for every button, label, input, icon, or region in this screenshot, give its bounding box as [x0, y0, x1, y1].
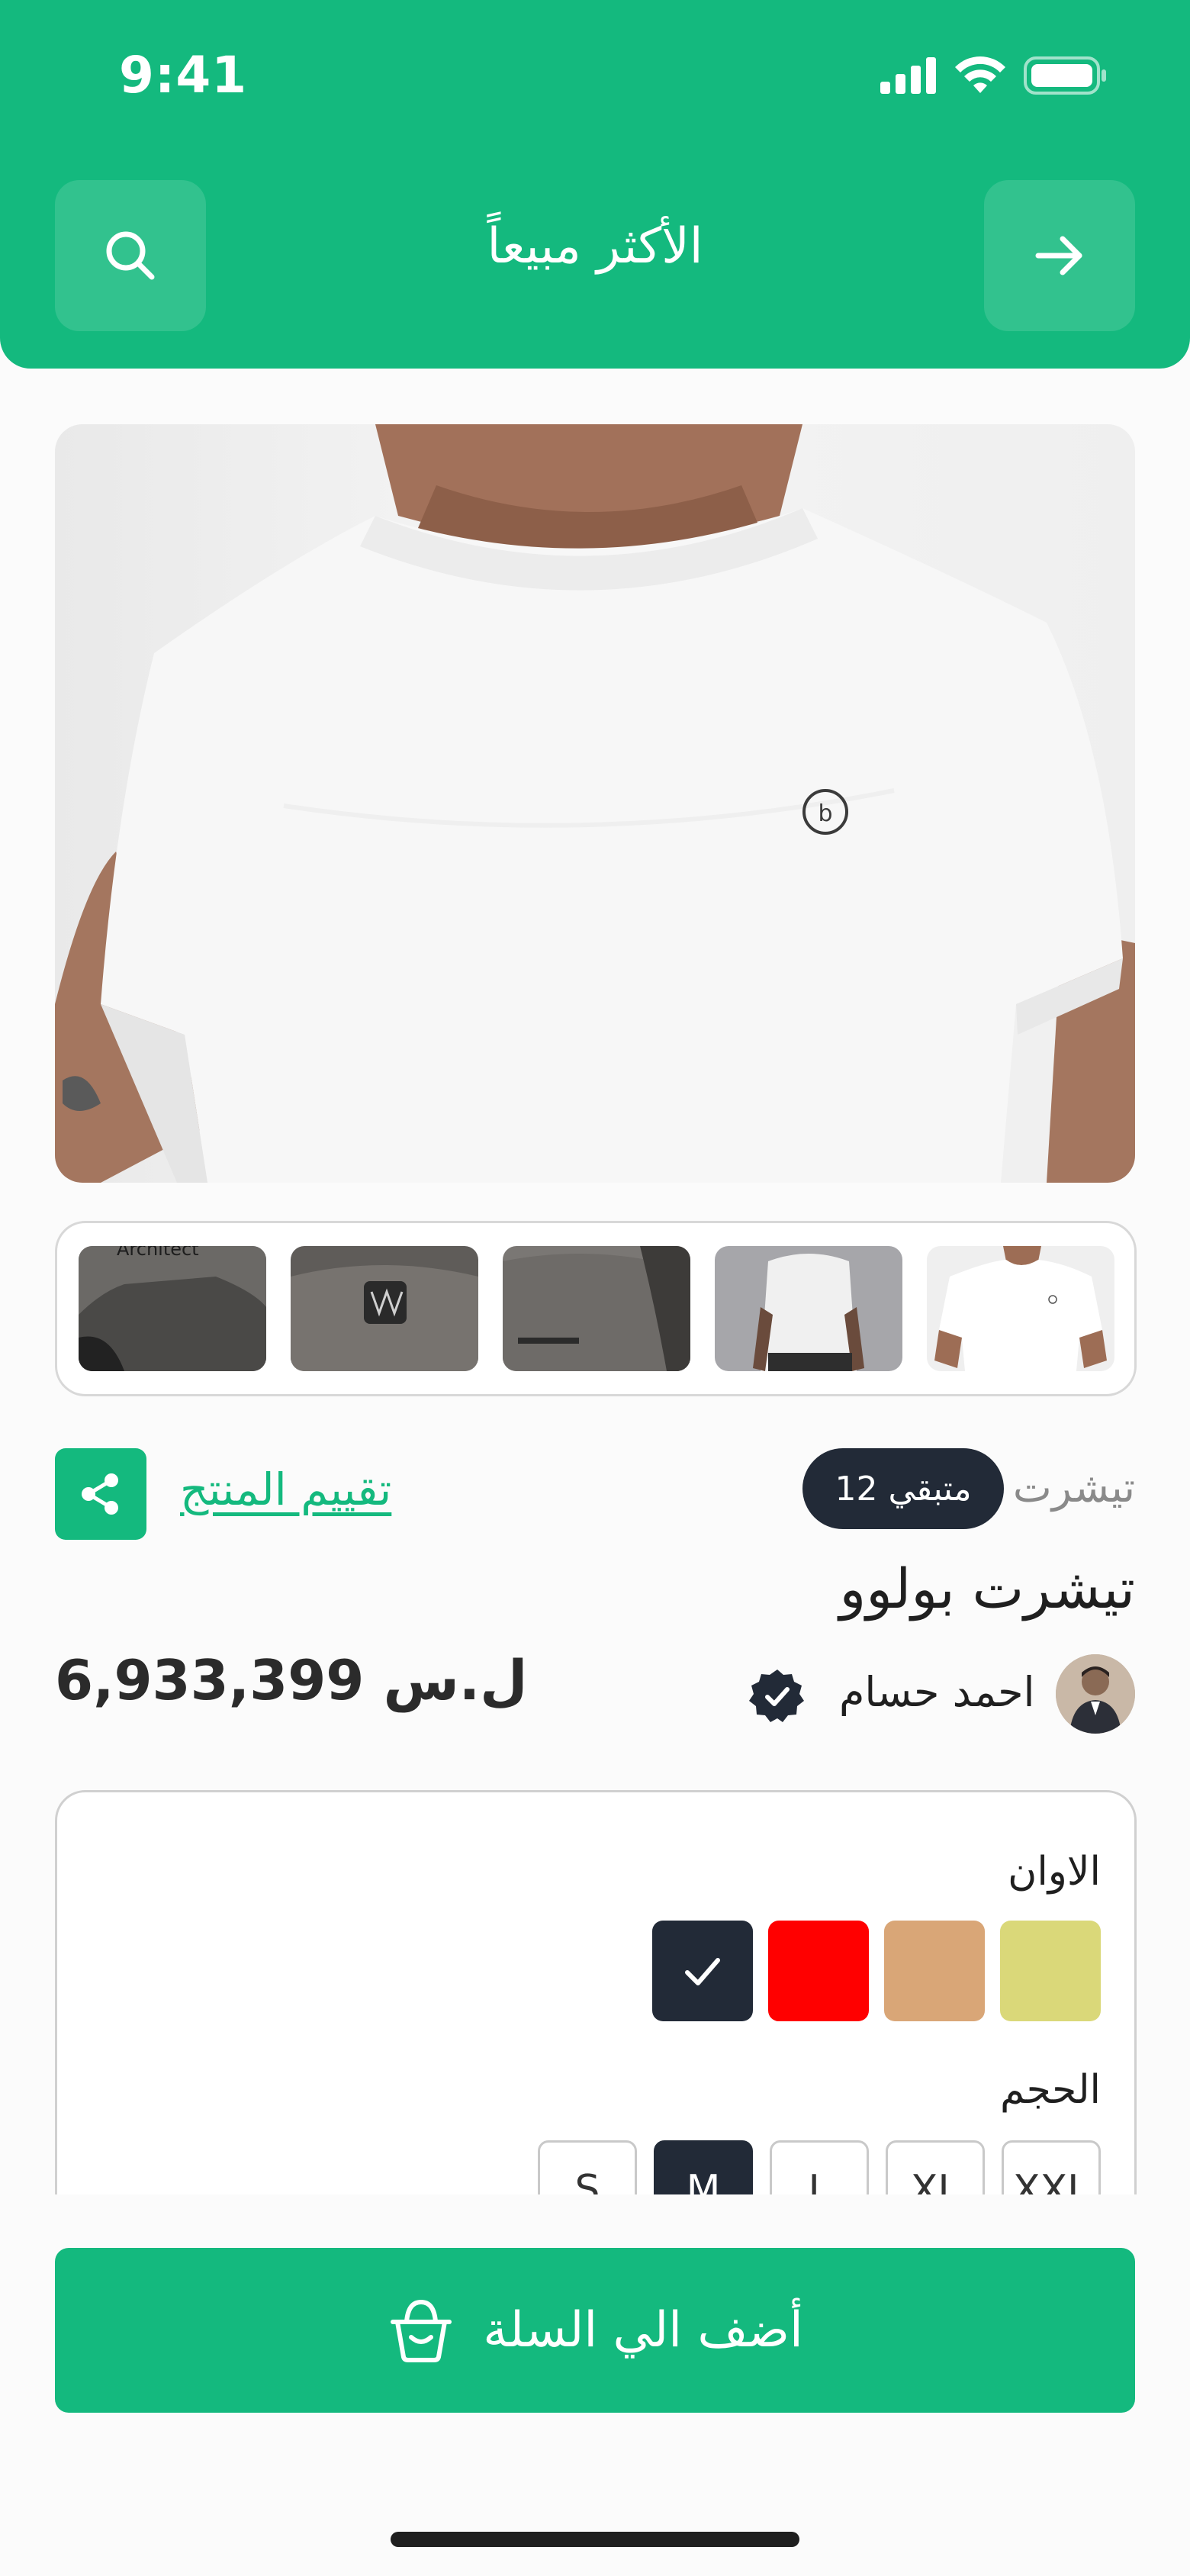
page-title: الأكثر مبيعاً [487, 218, 703, 275]
product-name: تيشرت بولوو [839, 1557, 1135, 1621]
seller-name[interactable]: احمد حسام [839, 1668, 1035, 1716]
svg-text:b: b [818, 800, 832, 827]
status-icons [880, 56, 1108, 95]
color-swatch-tan[interactable] [884, 1921, 985, 2021]
color-swatch-yellow[interactable] [1000, 1921, 1101, 2021]
share-icon [82, 1473, 118, 1515]
check-icon [685, 1958, 720, 1985]
size-label: الحجم [999, 2067, 1101, 2113]
seller-avatar[interactable] [1056, 1654, 1135, 1734]
rate-product-link[interactable]: تقييم المنتج [180, 1463, 391, 1515]
thumbnail-image [503, 1246, 690, 1371]
app-header: 9:41 الأكثر مبيعاً [0, 0, 1190, 369]
color-swatch-navy[interactable] [652, 1921, 753, 2021]
verified-badge-icon [749, 1670, 804, 1722]
arrow-right-icon [1035, 236, 1082, 275]
tshirt-photo: b [55, 424, 1135, 1183]
colors-label: الاوان [1008, 1849, 1101, 1895]
thumbnail-strip: Architect [55, 1221, 1137, 1396]
thumbnail-image [291, 1246, 478, 1371]
color-swatch-red[interactable] [768, 1921, 869, 2021]
home-indicator[interactable] [391, 2532, 799, 2547]
thumbnail-2[interactable] [291, 1246, 478, 1371]
stock-badge: 12 متبقي [802, 1448, 1004, 1529]
signal-icon [880, 57, 936, 94]
battery-icon [1024, 56, 1106, 95]
avatar-photo [1056, 1654, 1135, 1734]
thumbnail-image [927, 1246, 1114, 1371]
thumbnail-image: Architect [79, 1246, 266, 1371]
product-price: 6,933,399 ل.س [55, 1648, 528, 1712]
add-to-cart-button[interactable]: أضف الي السلة [55, 2248, 1135, 2413]
search-button[interactable] [55, 180, 206, 331]
back-button[interactable] [984, 180, 1135, 331]
search-icon [106, 231, 155, 280]
thumbnail-3[interactable] [503, 1246, 690, 1371]
basket-icon [391, 2299, 452, 2362]
add-to-cart-label: أضف الي السلة [483, 2302, 803, 2359]
thumbnail-4[interactable] [715, 1246, 902, 1371]
thumbnail-5[interactable] [927, 1246, 1114, 1371]
thumbnail-1[interactable]: Architect [79, 1246, 266, 1371]
product-category: تيشرت [1012, 1463, 1135, 1512]
share-button[interactable] [55, 1448, 146, 1540]
wifi-icon [955, 56, 1005, 93]
status-time: 9:41 [119, 46, 248, 105]
product-main-image[interactable]: b [55, 424, 1135, 1183]
thumbnail-print-text: Architect [117, 1246, 199, 1260]
thumbnail-image [715, 1246, 902, 1371]
